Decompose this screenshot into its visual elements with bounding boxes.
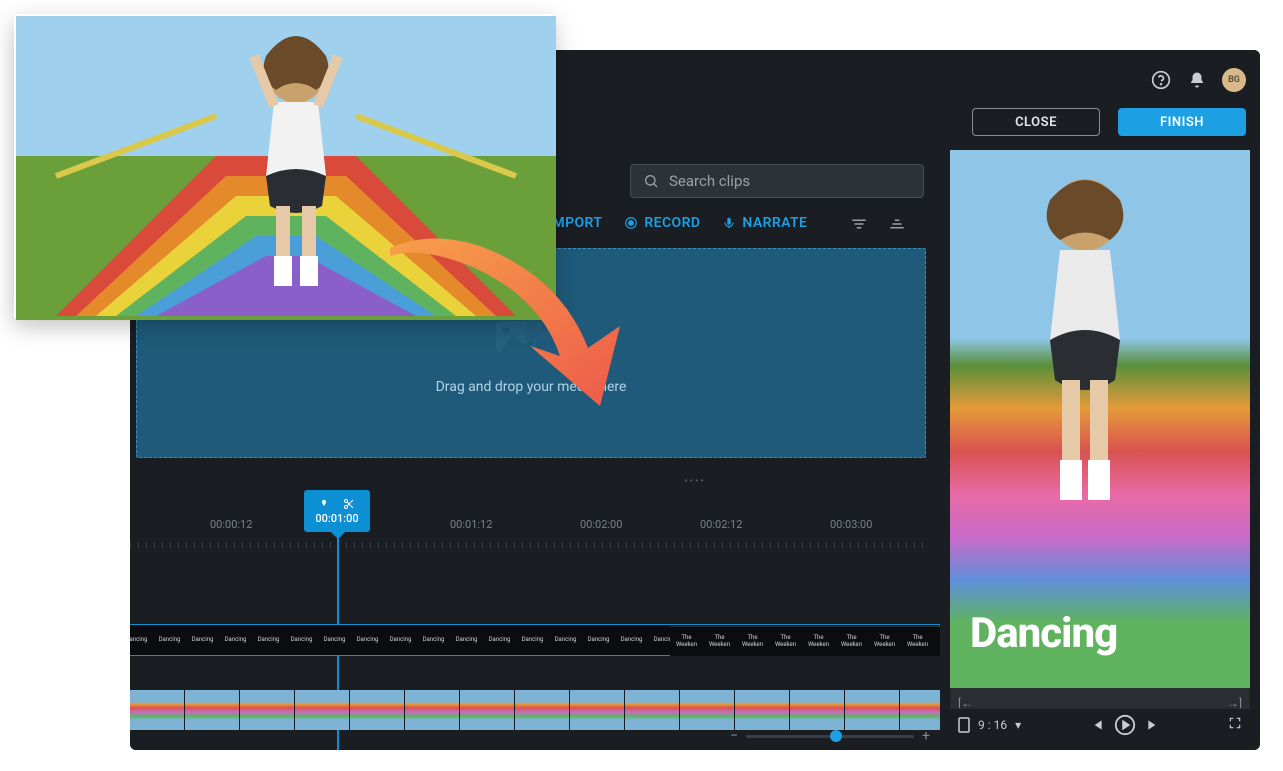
narrate-label: NARRATE (742, 215, 807, 231)
sort-asc-icon[interactable] (850, 216, 868, 235)
media-actions: IMPORT RECORD NARRATE (548, 215, 807, 231)
video-clip-thumb[interactable] (735, 690, 790, 730)
video-clip-thumb[interactable] (845, 690, 900, 730)
audio-clip[interactable]: The Weeken (802, 627, 835, 656)
record-button[interactable]: RECORD (624, 215, 700, 231)
zoom-track[interactable] (746, 735, 914, 738)
preview-panel: Dancing [← →] 9 : 16 ▾ (950, 150, 1250, 740)
audio-clip[interactable]: The Weeken (736, 627, 769, 656)
audio-clip[interactable]: Dancing (417, 625, 450, 655)
ruler-tick: 00:02:00 (580, 518, 622, 531)
video-clip-thumb[interactable] (570, 690, 625, 730)
finish-button[interactable]: FINISH (1118, 108, 1246, 136)
ruler-tick: 00:03:00 (830, 518, 872, 531)
narrate-button[interactable]: NARRATE (722, 215, 807, 231)
audio-clip[interactable]: The Weeken (703, 627, 736, 656)
audio-clip[interactable]: Dancing (450, 625, 483, 655)
record-icon (624, 216, 638, 230)
video-clip-thumb[interactable] (680, 690, 735, 730)
ruler-tick: 00:00:12 (210, 518, 252, 531)
mic-icon (722, 216, 736, 230)
sort-desc-icon[interactable] (888, 216, 906, 235)
help-icon[interactable] (1150, 69, 1172, 91)
next-frame-icon[interactable] (1146, 718, 1160, 732)
preview-video[interactable]: Dancing (950, 150, 1250, 688)
video-clip-thumb[interactable] (625, 690, 680, 730)
video-clip-thumb[interactable] (405, 690, 460, 730)
video-clip-thumb[interactable] (350, 690, 405, 730)
preview-overlay-text: Dancing (970, 609, 1117, 658)
search-input-wrap[interactable] (630, 164, 924, 198)
audio-clip[interactable]: Dancing (384, 625, 417, 655)
video-clip-thumb[interactable] (900, 690, 940, 730)
video-clip-thumb[interactable] (790, 690, 845, 730)
aspect-caret-icon[interactable]: ▾ (1015, 718, 1021, 732)
video-clip-thumb[interactable] (515, 690, 570, 730)
aspect-icon[interactable] (958, 717, 970, 733)
video-clip-thumb[interactable] (130, 690, 185, 730)
search-icon (643, 173, 659, 189)
audio-clip[interactable]: The Weeken (835, 627, 868, 656)
video-clip-thumb[interactable] (295, 690, 350, 730)
audio-clip[interactable]: The Weeken (670, 627, 703, 656)
dragged-media-thumbnail[interactable] (14, 14, 554, 318)
audio-clip[interactable]: Dancing (285, 625, 318, 655)
audio-clip[interactable]: Dancing (549, 625, 582, 655)
preview-subject (990, 170, 1170, 550)
audio-clip[interactable]: Dancing (582, 625, 615, 655)
video-clip-thumb[interactable] (185, 690, 240, 730)
playhead-tools (319, 498, 355, 510)
video-clip-thumb[interactable] (460, 690, 515, 730)
avatar[interactable]: BG (1222, 68, 1246, 92)
play-icon[interactable] (1114, 714, 1136, 736)
audio-clip[interactable]: The Weeken (901, 627, 934, 656)
audio-clip[interactable]: Dancing (516, 625, 549, 655)
aspect-ratio-label[interactable]: 9 : 16 (978, 718, 1007, 732)
import-button[interactable]: IMPORT (548, 215, 602, 231)
audio-track-2[interactable]: The WeekenThe WeekenThe WeekenThe Weeken… (670, 626, 940, 656)
panel-drag-handle[interactable]: •••• (684, 476, 706, 487)
audio-clip[interactable]: Dancing (252, 625, 285, 655)
fullscreen-icon[interactable] (1228, 715, 1242, 734)
zoom-slider[interactable]: − + (730, 728, 930, 744)
audio-clip[interactable]: Dancing (483, 625, 516, 655)
zoom-out-icon[interactable]: − (730, 728, 738, 744)
audio-clip[interactable]: Dancing (130, 625, 153, 655)
video-track[interactable] (130, 690, 940, 730)
import-label: IMPORT (548, 215, 602, 231)
audio-clip[interactable]: Dancing (318, 625, 351, 655)
record-label: RECORD (644, 215, 700, 231)
playhead-time: 00:01:00 (315, 512, 358, 525)
close-button[interactable]: CLOSE (972, 108, 1100, 136)
bell-icon[interactable] (1186, 69, 1208, 91)
scissors-icon[interactable] (343, 498, 355, 510)
audio-clip[interactable]: Dancing (153, 625, 186, 655)
timeline-tracks: DancingDancingDancingDancingDancingDanci… (130, 624, 940, 730)
dropzone-hint: Drag and drop your media here (436, 379, 627, 395)
audio-clip[interactable]: Dancing (615, 625, 648, 655)
preview-controls: 9 : 16 ▾ (950, 708, 1250, 740)
zoom-in-icon[interactable]: + (922, 728, 930, 744)
search-input[interactable] (669, 172, 911, 190)
audio-clip[interactable]: The Weeken (868, 627, 901, 656)
zoom-thumb[interactable] (830, 730, 842, 742)
ruler-tick: 00:01:12 (450, 518, 492, 531)
sort-controls (850, 216, 906, 235)
audio-clip[interactable]: Dancing (351, 625, 384, 655)
audio-clip[interactable]: The Weeken (769, 627, 802, 656)
prev-frame-icon[interactable] (1090, 718, 1104, 732)
pin-icon[interactable] (319, 498, 329, 510)
video-clip-thumb[interactable] (240, 690, 295, 730)
audio-clip[interactable]: Dancing (219, 625, 252, 655)
ruler-tick: 00:02:12 (700, 518, 742, 531)
audio-clip[interactable]: Dancing (186, 625, 219, 655)
